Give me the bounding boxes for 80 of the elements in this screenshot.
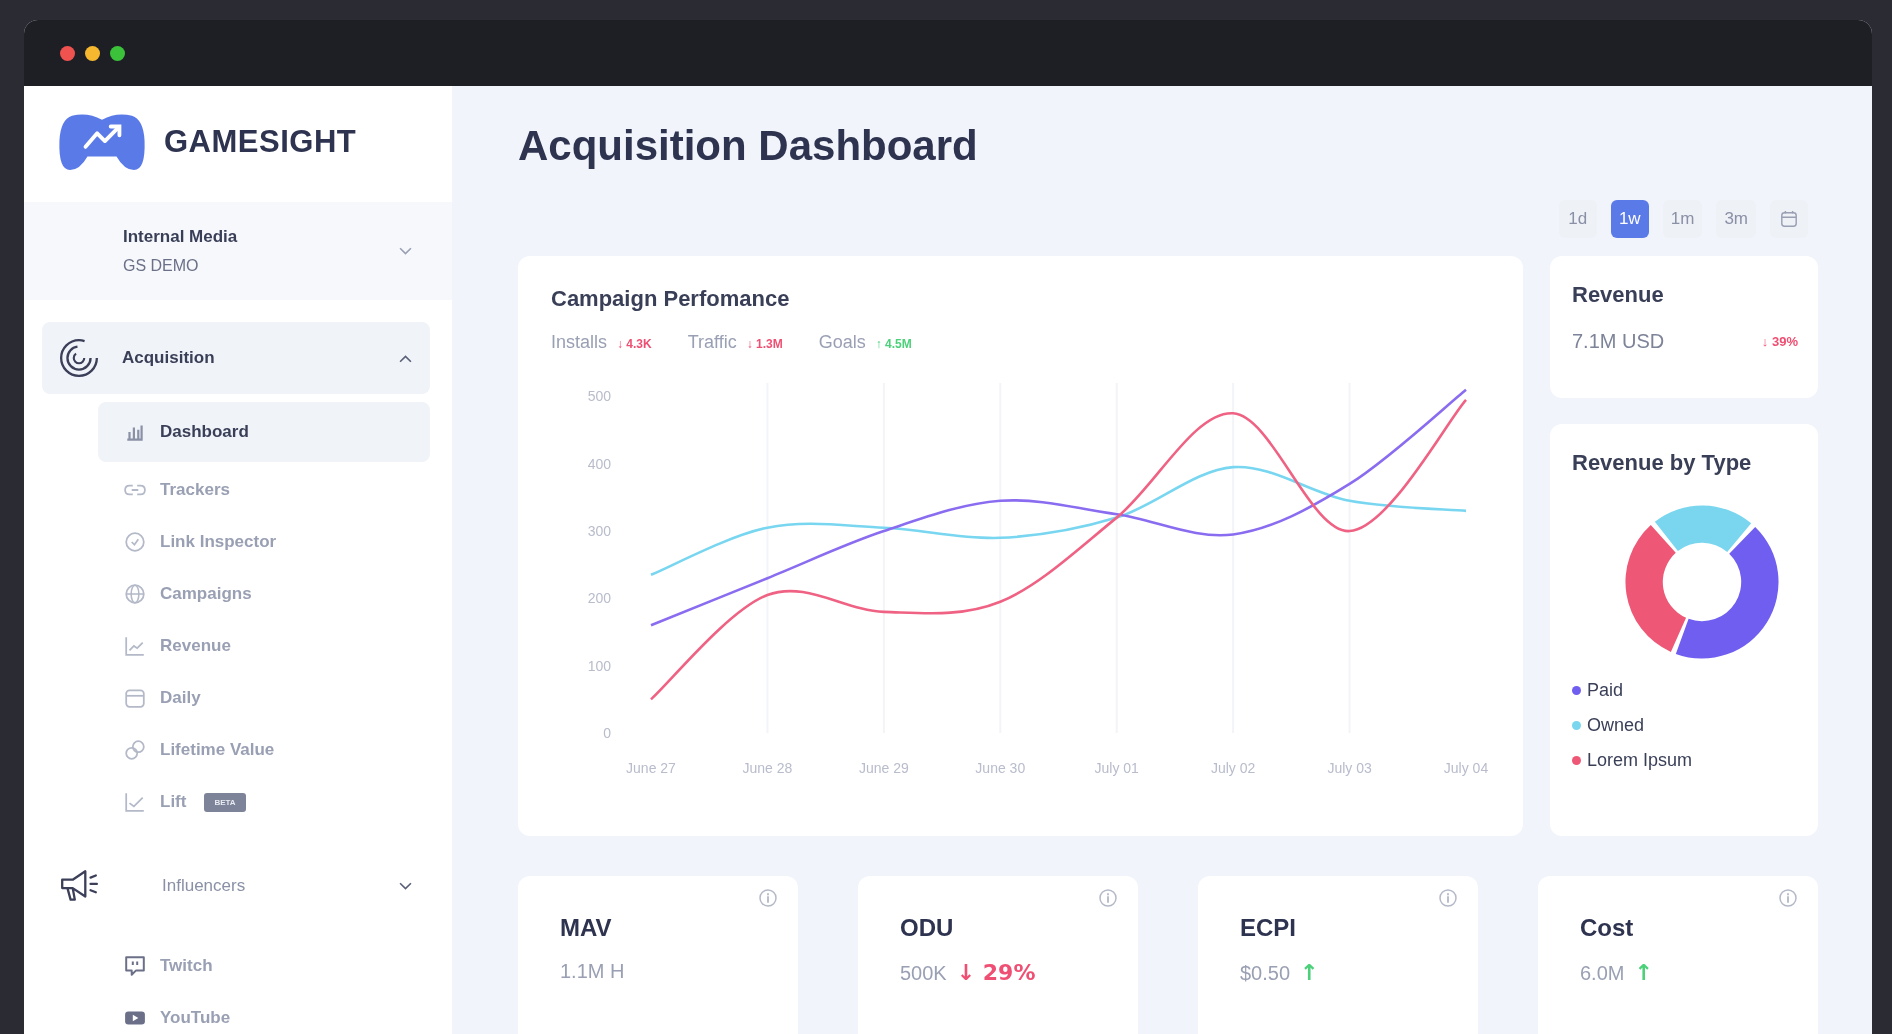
metric-label: Installs	[551, 332, 608, 353]
card-title: Revenue by Type	[1572, 450, 1753, 476]
account-selector[interactable]: Internal Media GS DEMO	[24, 202, 452, 300]
calendar-icon	[124, 687, 146, 709]
metric-change: ↓ 1.3M	[746, 337, 783, 351]
axis-label: July 03	[1327, 760, 1372, 776]
minimize-button[interactable]	[85, 45, 100, 61]
chevron-icon	[399, 353, 412, 363]
globe-icon	[124, 583, 146, 605]
kpi-title: ODU	[900, 914, 955, 942]
axis-label: June 29	[858, 760, 909, 776]
info-icon[interactable]	[758, 888, 778, 908]
page-title: Acquisition Dashboard	[518, 122, 979, 170]
axis-label: 500	[587, 388, 611, 405]
revenue-value: 7.1M USD	[1572, 330, 1665, 353]
chevron-icon	[399, 246, 412, 256]
kpi-value: 1.1M H	[560, 960, 625, 983]
line-chart-icon	[124, 635, 146, 657]
check-circle-icon	[124, 531, 146, 553]
gamepad-logo-icon	[58, 112, 146, 172]
legend-label: Owned	[1587, 715, 1645, 736]
axis-label: June 28	[742, 760, 793, 776]
spiral-icon	[58, 337, 100, 379]
nav-item[interactable]: Campaigns	[98, 568, 430, 620]
range-tab[interactable]: 1d	[1558, 200, 1597, 238]
info-icon[interactable]	[1438, 888, 1458, 908]
card-title: Revenue	[1572, 282, 1665, 308]
axis-label: 0	[603, 725, 611, 741]
calendar-button[interactable]	[1770, 200, 1808, 238]
chat-bubble-icon	[124, 955, 146, 977]
kpi-title: ECPI	[1240, 914, 1297, 942]
nav-item[interactable]: Dashboard	[98, 402, 430, 462]
metric-label: Traffic	[687, 332, 737, 353]
chart-check-icon	[124, 791, 146, 813]
nav-group[interactable]: Acquisition	[42, 322, 430, 394]
axis-label: July 02	[1210, 760, 1256, 776]
range-tab[interactable]: 3m	[1716, 200, 1756, 238]
axis-label: July 04	[1443, 760, 1489, 776]
legend-label: Lorem Ipsum	[1587, 750, 1693, 771]
nav-item[interactable]: Lift BETA	[98, 776, 430, 828]
kpi-title: Cost	[1580, 914, 1635, 942]
kpi-change: ↓ 29%	[956, 960, 1036, 985]
metric-label: Goals	[818, 332, 866, 353]
maximize-button[interactable]	[110, 45, 125, 61]
nav-item[interactable]: Twitch	[98, 940, 430, 992]
nav-item[interactable]: Trackers	[98, 464, 430, 516]
beta-badge: BETA	[204, 792, 246, 812]
kpi-value: 6.0M	[1580, 962, 1625, 985]
close-button[interactable]	[60, 45, 75, 61]
kpi-change: ↑	[1300, 960, 1319, 985]
nav-item[interactable]: Lifetime Value	[98, 724, 430, 776]
nav-group[interactable]: Influencers	[42, 850, 430, 922]
card-title: Campaign Perfomance	[551, 286, 791, 312]
axis-label: July 01	[1094, 760, 1139, 776]
kpi-title: MAV	[560, 914, 613, 942]
nav-item[interactable]: Link Inspector	[98, 516, 430, 568]
axis-label: 300	[587, 523, 611, 540]
info-icon[interactable]	[1778, 888, 1798, 908]
kpi-value: 500K	[900, 962, 947, 985]
brand-name: GAMESIGHT	[164, 124, 357, 160]
legend-label: Paid	[1587, 680, 1624, 701]
calendar-icon	[1780, 210, 1798, 228]
nav-item[interactable]: Daily	[98, 672, 430, 724]
metric-change: ↑ 4.5M	[875, 337, 912, 351]
kpi-value: $0.50	[1240, 962, 1291, 985]
range-tab[interactable]: 1m	[1662, 200, 1703, 238]
axis-label: June 30	[975, 760, 1026, 776]
info-icon[interactable]	[1098, 888, 1118, 908]
coins-icon	[124, 739, 146, 761]
chevron-icon	[399, 881, 412, 891]
axis-label: June 27	[626, 760, 676, 776]
nav-item[interactable]: Revenue	[98, 620, 430, 672]
axis-label: 400	[587, 455, 611, 472]
axis-label: 200	[587, 590, 611, 607]
revenue-change: ↓ 39%	[1761, 334, 1798, 349]
axis-label: 100	[587, 657, 611, 674]
nav-item[interactable]: YouTube	[98, 992, 430, 1034]
kpi-change: ↑	[1634, 960, 1653, 985]
metric-change: ↓ 4.3K	[617, 337, 652, 351]
range-tab[interactable]: 1w	[1610, 200, 1649, 238]
